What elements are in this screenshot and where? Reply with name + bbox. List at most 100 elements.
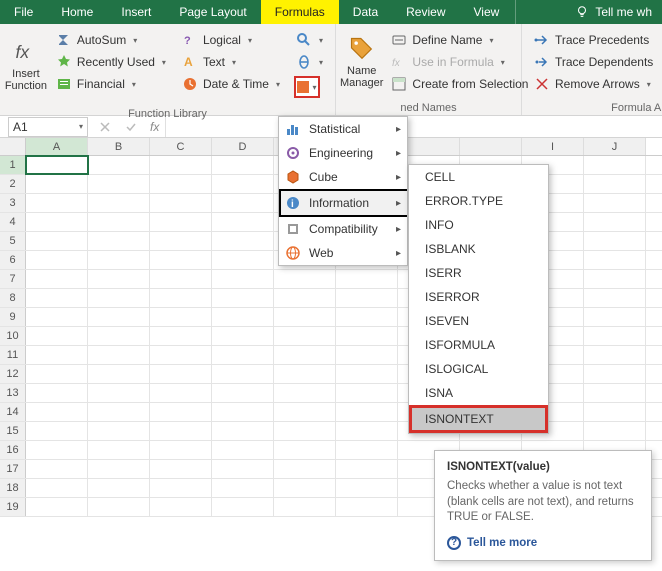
cell[interactable]	[26, 232, 88, 250]
tab-home[interactable]: Home	[47, 0, 107, 24]
cell[interactable]	[26, 403, 88, 421]
cell[interactable]	[212, 194, 274, 212]
logical-button[interactable]: ? Logical▾	[178, 30, 284, 50]
cell[interactable]	[336, 422, 398, 440]
cell[interactable]	[584, 422, 646, 440]
tab-data[interactable]: Data	[339, 0, 392, 24]
cell[interactable]	[212, 213, 274, 231]
cell[interactable]	[150, 479, 212, 497]
cell[interactable]	[150, 498, 212, 516]
cell[interactable]	[212, 422, 274, 440]
cell[interactable]	[274, 460, 336, 478]
row-header[interactable]: 1	[0, 156, 26, 174]
trace-precedents-button[interactable]: Trace Precedents	[530, 30, 657, 50]
cell[interactable]	[336, 365, 398, 383]
date-time-button[interactable]: Date & Time▾	[178, 74, 284, 94]
cell[interactable]	[26, 270, 88, 288]
tab-insert[interactable]: Insert	[107, 0, 165, 24]
func-isna[interactable]: ISNA	[409, 381, 548, 405]
cell[interactable]	[336, 479, 398, 497]
func-info[interactable]: INFO	[409, 213, 548, 237]
cell[interactable]	[212, 441, 274, 459]
cell[interactable]	[88, 460, 150, 478]
cell[interactable]	[150, 441, 212, 459]
recently-used-button[interactable]: Recently Used▾	[52, 52, 170, 72]
row-header[interactable]: 8	[0, 289, 26, 307]
row-header[interactable]: 16	[0, 441, 26, 459]
cell[interactable]	[26, 498, 88, 516]
cell[interactable]	[88, 346, 150, 364]
cell[interactable]	[212, 384, 274, 402]
cell[interactable]	[274, 308, 336, 326]
tab-formulas[interactable]: Formulas	[261, 0, 339, 24]
tell-me-more-link[interactable]: ? Tell me more	[447, 536, 639, 550]
cell[interactable]	[88, 232, 150, 250]
cell[interactable]	[26, 460, 88, 478]
cell[interactable]	[336, 498, 398, 516]
cell[interactable]	[274, 289, 336, 307]
col-header[interactable]: B	[88, 138, 150, 155]
cell[interactable]	[88, 365, 150, 383]
cell[interactable]	[584, 346, 646, 364]
tab-file[interactable]: File	[0, 0, 47, 24]
cell[interactable]	[336, 441, 398, 459]
menu-statistical[interactable]: Statistical▸	[279, 117, 407, 141]
cell[interactable]	[150, 365, 212, 383]
col-header[interactable]	[460, 138, 522, 155]
cell[interactable]	[26, 422, 88, 440]
func-iserr[interactable]: ISERR	[409, 261, 548, 285]
cell[interactable]	[336, 308, 398, 326]
cell[interactable]	[584, 289, 646, 307]
cell[interactable]	[26, 251, 88, 269]
cell[interactable]	[212, 460, 274, 478]
cell[interactable]	[150, 194, 212, 212]
cell[interactable]	[150, 422, 212, 440]
tab-pagelayout[interactable]: Page Layout	[165, 0, 260, 24]
cell[interactable]	[212, 270, 274, 288]
cell[interactable]	[274, 498, 336, 516]
row-header[interactable]: 4	[0, 213, 26, 231]
cell[interactable]	[274, 327, 336, 345]
remove-arrows-button[interactable]: Remove Arrows▾	[530, 74, 657, 94]
cell[interactable]	[584, 213, 646, 231]
cell[interactable]	[26, 365, 88, 383]
cell[interactable]	[274, 384, 336, 402]
cell[interactable]	[88, 289, 150, 307]
cell[interactable]	[274, 422, 336, 440]
math-trig-button[interactable]: ▾	[292, 52, 327, 72]
cell[interactable]	[26, 384, 88, 402]
cell[interactable]	[212, 175, 274, 193]
cell[interactable]	[88, 175, 150, 193]
row-header[interactable]: 15	[0, 422, 26, 440]
cell[interactable]	[150, 156, 212, 174]
cell[interactable]	[88, 251, 150, 269]
menu-web[interactable]: Web▸	[279, 241, 407, 265]
cell[interactable]	[26, 194, 88, 212]
text-button[interactable]: A Text▾	[178, 52, 284, 72]
col-header[interactable]: I	[522, 138, 584, 155]
cell[interactable]	[584, 156, 646, 174]
cell[interactable]	[26, 289, 88, 307]
cell[interactable]	[150, 232, 212, 250]
row-header[interactable]: 9	[0, 308, 26, 326]
col-header[interactable]: C	[150, 138, 212, 155]
func-isblank[interactable]: ISBLANK	[409, 237, 548, 261]
row-header[interactable]: 17	[0, 460, 26, 478]
cell[interactable]	[212, 403, 274, 421]
col-header[interactable]: J	[584, 138, 646, 155]
cell[interactable]	[212, 289, 274, 307]
cell[interactable]	[584, 308, 646, 326]
func-isnontext[interactable]: ISNONTEXT	[409, 405, 548, 433]
row-header[interactable]: 14	[0, 403, 26, 421]
func-cell[interactable]: CELL	[409, 165, 548, 189]
row-header[interactable]: 11	[0, 346, 26, 364]
tab-view[interactable]: View	[460, 0, 514, 24]
name-manager-button[interactable]: Name Manager	[340, 28, 383, 96]
cell[interactable]	[150, 403, 212, 421]
func-iserror[interactable]: ISERROR	[409, 285, 548, 309]
cell[interactable]	[88, 270, 150, 288]
cell[interactable]	[26, 441, 88, 459]
row-header[interactable]: 6	[0, 251, 26, 269]
cell[interactable]	[150, 384, 212, 402]
more-functions-button[interactable]: ▾	[294, 76, 320, 98]
